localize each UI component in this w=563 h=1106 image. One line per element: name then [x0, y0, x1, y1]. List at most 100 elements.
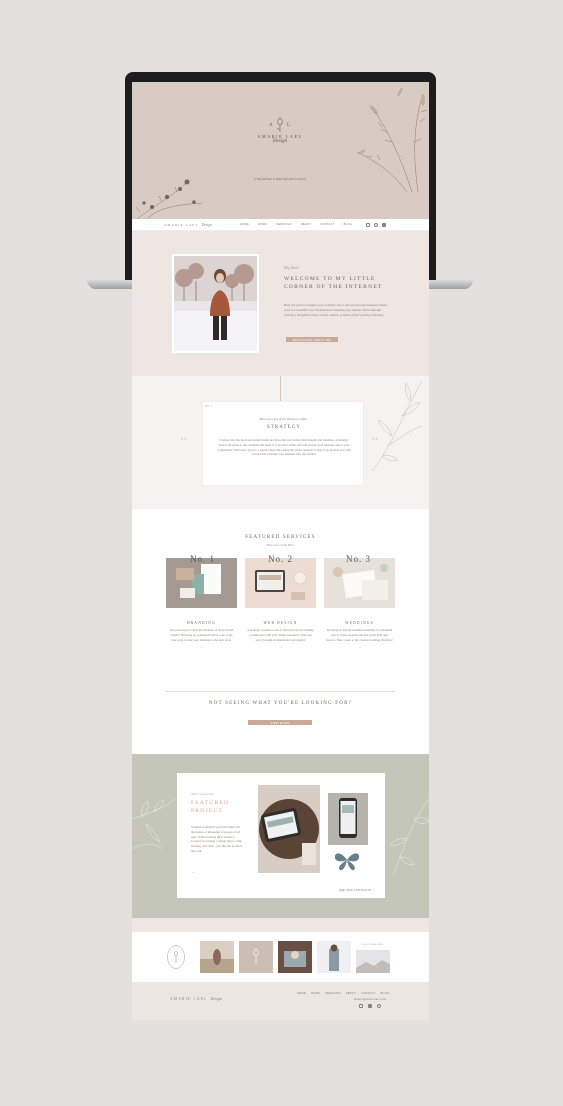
offer-card: No. 1 Here are a few of the Wellness I o…: [202, 401, 364, 486]
nav-social: [366, 222, 387, 227]
hero-logo: A L AMARIE LAEL Design: [257, 114, 301, 144]
project-body: Scripture Celluloid: powerful music lift…: [191, 825, 243, 853]
welcome-eyebrow: Hey there!: [284, 266, 300, 270]
footer: AMARIE LAEL Design HOME WORK SERVICES AB…: [132, 982, 429, 1020]
offer-intro: Here are a few of the Wellness I offer..…: [259, 417, 309, 421]
nav-link-services[interactable]: SERVICES: [276, 223, 291, 226]
service-number-2: No. 2: [268, 554, 293, 564]
instagram-photo-5[interactable]: [356, 950, 390, 973]
instagram-photo-2[interactable]: [239, 941, 273, 973]
services-subtitle: How can I help You?: [266, 543, 295, 547]
leaf-branch-left-decoration: [132, 798, 177, 850]
facebook-icon[interactable]: [382, 222, 387, 227]
project-tablet-image: [258, 785, 320, 873]
service-card-web-design[interactable]: No. 2 WEB DESIGN A strategic website is …: [245, 554, 316, 649]
footer-link-about[interactable]: ABOUT: [346, 992, 356, 995]
nav-link-work[interactable]: WORK: [258, 223, 267, 226]
footer-link-contact[interactable]: CONTACT: [361, 992, 375, 995]
portrait-frame: [172, 254, 259, 353]
leaf-branch-right-decoration: [389, 798, 429, 875]
view-more-button[interactable]: VIEW MORE: [248, 720, 312, 725]
hero-section: A L AMARIE LAEL Design A BRANDING & WEB …: [132, 82, 429, 219]
project-title: FEATURED PROJECT: [191, 800, 229, 815]
butterfly-logo-icon: [334, 853, 360, 871]
instagram-feed: FOLLOW ALONG: [132, 932, 429, 982]
branding-image: [166, 558, 237, 608]
instagram-icon[interactable]: [366, 222, 371, 227]
service-body-weddings: Investing in custom wedding stationery i…: [326, 628, 393, 642]
welcome-body: Here, my goal is to inspire your creativ…: [284, 303, 387, 317]
service-body-web-design: A strategic website is one of the best t…: [247, 628, 314, 642]
services-title: FEATURED SERVICES: [245, 535, 316, 540]
tulip-monogram-icon: A L: [269, 117, 290, 132]
instagram-handle: FOLLOW ALONG: [362, 944, 383, 946]
featured-services-section: FEATURED SERVICES How can I help You? No…: [132, 509, 429, 754]
badge-logo-icon: [167, 945, 185, 969]
pinterest-icon[interactable]: [377, 1004, 381, 1008]
instagram-icon[interactable]: [359, 1004, 363, 1008]
services-divider: [166, 691, 395, 692]
not-seeing-title: NOT SEEING WHAT YOU'RE LOOKING FOR?: [208, 701, 353, 706]
vertical-divider: [280, 376, 281, 401]
nav-link-about[interactable]: ABOUT: [301, 223, 311, 226]
nav-link-blog[interactable]: BLOG: [344, 223, 352, 226]
next-arrow[interactable]: » »: [372, 437, 378, 441]
pinterest-icon[interactable]: [374, 222, 379, 227]
portfolio-link[interactable]: SEE OUR PORTFOLIO →: [339, 889, 375, 892]
prev-arrow[interactable]: « «: [181, 437, 187, 441]
svg-text:A: A: [269, 123, 273, 128]
offer-number: No. 1: [205, 404, 213, 408]
project-title-line1: FEATURED: [191, 800, 230, 806]
leaf-branch-decoration: [371, 380, 423, 472]
footer-social: [359, 1004, 381, 1008]
footer-logo[interactable]: AMARIE LAEL Design: [170, 996, 222, 1001]
welcome-title-line2: CORNER OF THE INTERNET: [284, 283, 383, 290]
nav-link-home[interactable]: HOME: [240, 223, 249, 226]
service-card-branding[interactable]: No. 1 BRANDING Are you ready to catch th…: [166, 554, 237, 649]
footer-link-services[interactable]: SERVICES: [325, 992, 340, 995]
instagram-photo-4[interactable]: [317, 941, 351, 973]
welcome-section: Hey there! WELCOME TO MY LITTLE CORNER O…: [132, 231, 429, 376]
service-arrow-web-design[interactable]: →: [245, 644, 316, 649]
footer-brand-script: Design: [210, 996, 222, 1001]
nav-logo[interactable]: AMARIE LAEL Design: [164, 223, 226, 227]
web-design-image: [245, 558, 316, 608]
facebook-icon[interactable]: [368, 1004, 372, 1008]
instagram-top-strip: [132, 918, 429, 932]
footer-links: HOME WORK SERVICES ABOUT CONTACT BLOG: [297, 992, 389, 995]
offer-section: « « » » No. 1 Here are a few of the Well…: [132, 376, 429, 509]
footer-email[interactable]: amarie@amarielael.com: [354, 998, 386, 1001]
project-arrow[interactable]: →: [191, 869, 195, 874]
nav-brand-script: Design: [201, 222, 212, 227]
instagram-photo-3[interactable]: [278, 941, 312, 973]
nav-links: HOME WORK SERVICES ABOUT CONTACT BLOG: [240, 223, 352, 226]
footer-link-blog[interactable]: BLOG: [381, 992, 389, 995]
offer-title: STRATEGY: [266, 425, 302, 430]
weddings-image: [324, 558, 395, 608]
service-arrow-branding[interactable]: →: [166, 644, 237, 649]
offer-body: I believe that the most successful brand…: [217, 438, 351, 457]
service-number-3: No. 3: [346, 554, 371, 564]
featured-project-section: Take a peek at the FEATURED PROJECT Scri…: [132, 754, 429, 918]
project-title-line2: PROJECT: [191, 807, 224, 814]
service-title-web-design: WEB DESIGN: [263, 621, 298, 625]
footer-link-home[interactable]: HOME: [297, 992, 306, 995]
footer-link-work[interactable]: WORK: [311, 992, 320, 995]
welcome-title: WELCOME TO MY LITTLE CORNER OF THE INTER…: [284, 276, 383, 291]
dried-flower-decoration: [135, 179, 203, 219]
project-eyebrow: Take a peek at the: [191, 792, 214, 796]
footer-brand-name: AMARIE LAEL: [170, 996, 208, 1001]
featured-project-card: Take a peek at the FEATURED PROJECT Scri…: [177, 773, 385, 898]
service-number-1: No. 1: [190, 554, 215, 564]
nav-link-contact[interactable]: CONTACT: [320, 223, 334, 226]
service-card-weddings[interactable]: No. 3 WEDDINGS Investing in custom weddi…: [324, 554, 395, 649]
instagram-photo-1[interactable]: [200, 941, 234, 973]
service-body-branding: Are you ready to catch the attention of …: [169, 628, 234, 642]
read-more-button[interactable]: READ MORE ABOUT ME: [286, 337, 338, 342]
service-arrow-weddings[interactable]: →: [324, 644, 395, 649]
welcome-title-line1: WELCOME TO MY LITTLE: [284, 276, 376, 282]
portrait-photo: [174, 256, 257, 351]
hero-tagline: A BRANDING & WEB DESIGN STUDIO: [254, 178, 306, 181]
dried-grass-decoration: [356, 87, 428, 192]
service-title-branding: BRANDING: [187, 621, 216, 625]
